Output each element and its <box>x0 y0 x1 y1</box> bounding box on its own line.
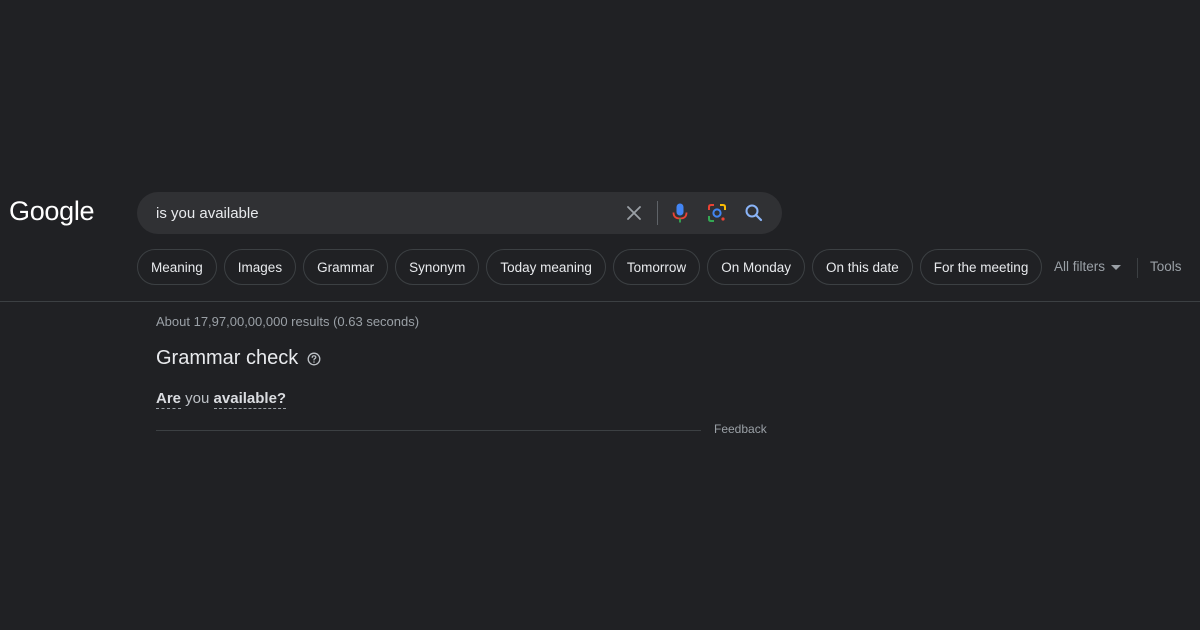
grammar-check-heading: Grammar check <box>156 347 321 370</box>
all-filters-label: All filters <box>1054 259 1106 274</box>
search-box-divider <box>657 201 658 225</box>
search-results-page: Google is you available Meaning Images G… <box>0 0 1200 630</box>
search-chips: Meaning Images Grammar Synonym Today mea… <box>137 249 1043 285</box>
filters-divider <box>1137 258 1138 278</box>
chip-synonym[interactable]: Synonym <box>395 249 480 285</box>
search-box[interactable] <box>137 192 782 234</box>
lens-icon[interactable] <box>705 201 729 225</box>
chip-meaning[interactable]: Meaning <box>137 249 217 285</box>
help-icon[interactable] <box>307 352 321 366</box>
header-divider <box>0 301 1200 302</box>
clear-icon[interactable] <box>622 201 646 225</box>
grammar-check-title: Grammar check <box>156 347 299 369</box>
unchanged-text: you <box>181 390 214 407</box>
chip-today-meaning[interactable]: Today meaning <box>486 249 606 285</box>
corrected-word[interactable]: Are <box>156 390 182 409</box>
chip-on-this-date[interactable]: On this date <box>811 249 913 285</box>
chip-on-monday[interactable]: On Monday <box>707 249 805 285</box>
chip-images[interactable]: Images <box>223 249 297 285</box>
grammar-correction: Are you available? <box>156 390 287 409</box>
mic-icon[interactable] <box>668 201 692 225</box>
result-stats: About 17,97,00,00,000 results (0.63 seco… <box>156 314 420 329</box>
search-icon[interactable] <box>742 201 766 225</box>
caret-down-icon <box>1111 259 1122 274</box>
chip-grammar[interactable]: Grammar <box>303 249 389 285</box>
tools-button[interactable]: Tools <box>1150 259 1182 274</box>
grammar-divider <box>156 430 701 431</box>
all-filters-button[interactable]: All filters <box>1054 259 1122 274</box>
corrected-word[interactable]: available? <box>213 390 287 409</box>
search-input[interactable] <box>156 192 596 234</box>
google-logo[interactable]: Google <box>9 196 95 227</box>
feedback-link[interactable]: Feedback <box>714 422 767 436</box>
chip-for-the-meeting[interactable]: For the meeting <box>919 249 1043 285</box>
chip-tomorrow[interactable]: Tomorrow <box>612 249 701 285</box>
